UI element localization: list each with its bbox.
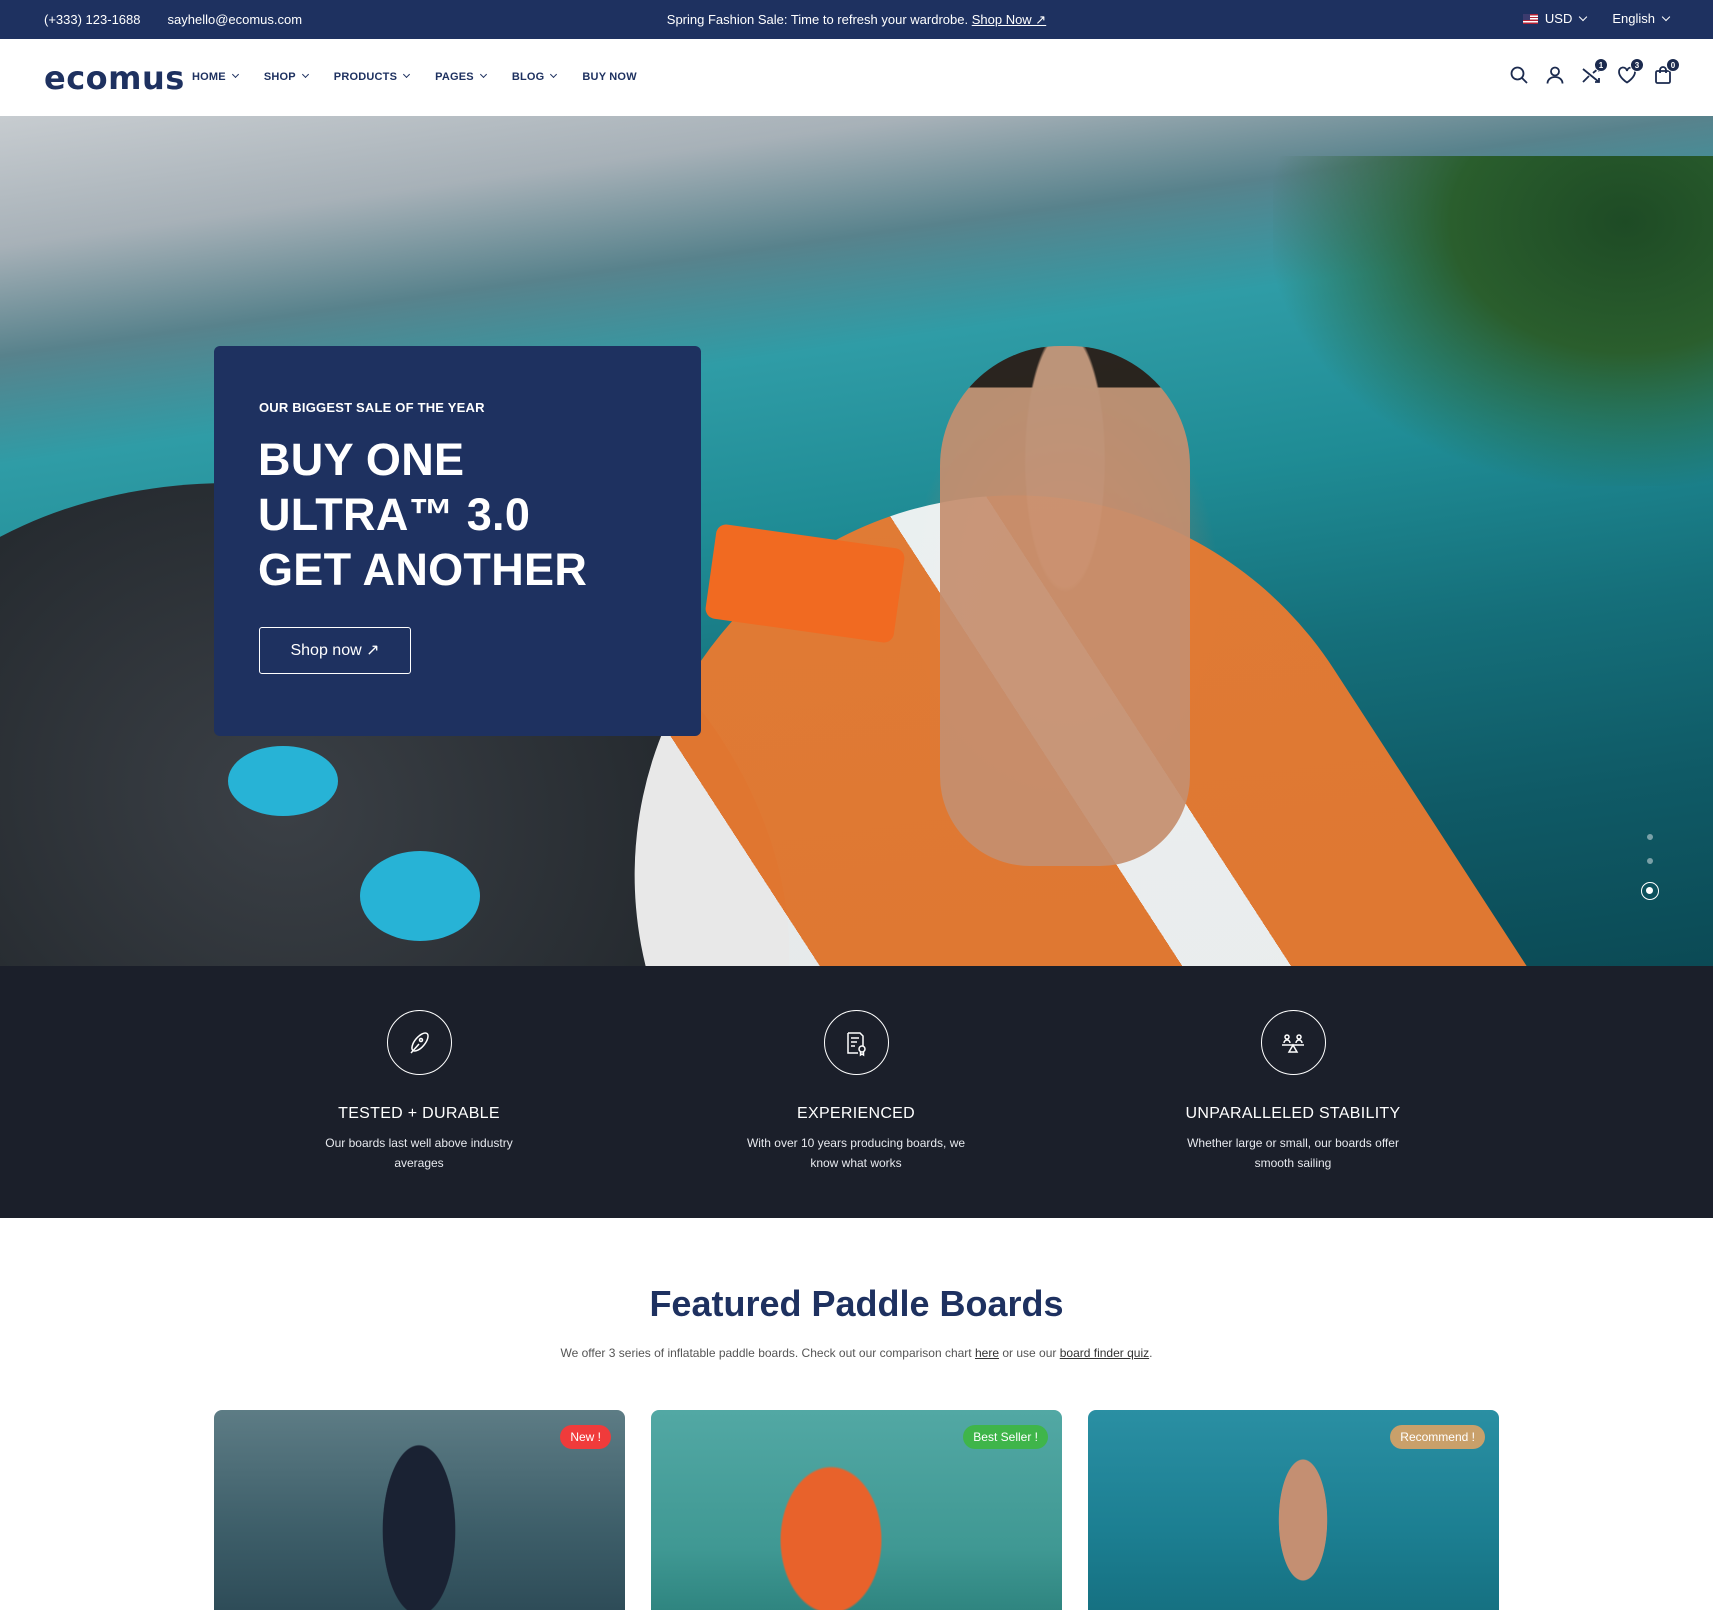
nav-label: PAGES: [435, 71, 474, 83]
chevron-down-icon: [403, 70, 411, 79]
feature-text: Our boards last well above industry aver…: [325, 1136, 513, 1170]
logo[interactable]: ecomus: [44, 59, 185, 97]
best-seller-badge: Best Seller !: [963, 1425, 1048, 1449]
feature-stability: UNPARALLELED STABILITY Whether large or …: [1143, 1010, 1443, 1173]
hero-slider: OUR BIGGEST SALE OF THE YEAR BUY ONE ULT…: [0, 116, 1713, 966]
main-nav: HOME SHOP PRODUCTS PAGES BLOG BUY NOW: [192, 70, 637, 83]
nav-label: SHOP: [263, 71, 296, 83]
nav-item-blog[interactable]: BLOG: [511, 70, 558, 83]
slide-dot-1[interactable]: [1647, 834, 1653, 840]
hero-image-board-dot: [360, 851, 480, 941]
feature-text: With over 10 years producing boards, we …: [746, 1136, 966, 1170]
subtitle-text: We offer 3 series of inflatable paddle b…: [560, 1346, 972, 1360]
paddle-board-icon: [386, 1010, 452, 1075]
nav-item-products[interactable]: PRODUCTS: [333, 70, 411, 83]
subtitle-text: or use our: [1002, 1346, 1057, 1360]
search-icon[interactable]: [1509, 65, 1529, 87]
feature-title: EXPERIENCED: [797, 1105, 915, 1122]
subtitle-text: .: [1149, 1346, 1153, 1360]
compare-count-badge: 1: [1594, 58, 1608, 72]
feature-tested-durable: TESTED + DURABLE Our boards last well ab…: [269, 1010, 569, 1173]
chevron-down-icon: [1579, 12, 1588, 22]
chevron-down-icon: [1661, 12, 1671, 22]
nav-item-home[interactable]: HOME: [192, 70, 239, 83]
feature-text: Whether large or small, our boards offer…: [1187, 1136, 1399, 1170]
chevron-down-icon: [301, 70, 309, 79]
cart-icon[interactable]: 0: [1653, 58, 1680, 87]
compare-icon[interactable]: 1: [1581, 58, 1608, 87]
balance-icon: [1260, 1010, 1326, 1075]
product-card[interactable]: New !: [214, 1410, 625, 1610]
account-icon[interactable]: [1545, 65, 1565, 87]
section-subtitle: We offer 3 series of inflatable paddle b…: [0, 1346, 1713, 1360]
chevron-down-icon: [231, 70, 239, 79]
comparison-chart-link[interactable]: here: [975, 1346, 999, 1360]
slide-dot-2[interactable]: [1647, 858, 1653, 864]
hero-image-treeline: [1273, 156, 1713, 486]
header-actions: 1 3 0: [1509, 58, 1680, 87]
hero-image-paddler: [940, 346, 1190, 866]
hero-promo-card: OUR BIGGEST SALE OF THE YEAR BUY ONE ULT…: [214, 346, 701, 736]
shop-now-button[interactable]: Shop now ↗: [259, 627, 411, 674]
site-header: ecomus HOME SHOP PRODUCTS PAGES BLOG BUY…: [0, 39, 1713, 116]
certificate-icon: [823, 1010, 889, 1075]
chevron-down-icon: [479, 70, 487, 79]
wishlist-icon[interactable]: 3: [1617, 58, 1644, 87]
nav-item-pages[interactable]: PAGES: [435, 70, 487, 83]
shop-now-link[interactable]: Shop Now ↗: [972, 12, 1046, 27]
slide-dot-3-active[interactable]: [1641, 882, 1659, 900]
features-strip: TESTED + DURABLE Our boards last well ab…: [0, 966, 1713, 1218]
us-flag-icon: [1522, 14, 1538, 24]
currency-label: USD: [1544, 11, 1573, 26]
nav-item-shop[interactable]: SHOP: [263, 70, 309, 83]
currency-selector[interactable]: USD: [1522, 11, 1588, 26]
board-finder-quiz-link[interactable]: board finder quiz: [1060, 1346, 1149, 1360]
nav-item-buy-now[interactable]: BUY NOW: [582, 71, 636, 83]
feature-title: TESTED + DURABLE: [338, 1105, 500, 1122]
feature-title: UNPARALLELED STABILITY: [1185, 1105, 1401, 1122]
hero-eyebrow: OUR BIGGEST SALE OF THE YEAR: [259, 400, 485, 415]
new-badge: New !: [560, 1425, 611, 1449]
announcement: Spring Fashion Sale: Time to refresh you…: [0, 12, 1713, 28]
language-selector[interactable]: English: [1612, 11, 1671, 26]
wishlist-count-badge: 3: [1630, 58, 1644, 72]
product-card[interactable]: Recommend !: [1088, 1410, 1499, 1610]
product-card[interactable]: Best Seller !: [651, 1410, 1062, 1610]
nav-label: BLOG: [511, 71, 545, 83]
language-label: English: [1612, 11, 1655, 26]
section-title: Featured Paddle Boards: [649, 1283, 1064, 1324]
announcement-bar: (+333) 123-1688 sayhello@ecomus.com Spri…: [0, 0, 1713, 39]
hero-headline: BUY ONE ULTRA™ 3.0 GET ANOTHER: [258, 434, 588, 595]
hero-image-board-dot: [228, 746, 338, 816]
cart-count-badge: 0: [1666, 58, 1680, 72]
feature-experienced: EXPERIENCED With over 10 years producing…: [706, 1010, 1006, 1173]
nav-label: HOME: [192, 71, 226, 83]
announcement-text: Spring Fashion Sale: Time to refresh you…: [666, 12, 969, 27]
slider-pagination: [1641, 834, 1659, 900]
chevron-down-icon: [550, 70, 558, 79]
nav-label: PRODUCTS: [333, 71, 398, 83]
recommend-badge: Recommend !: [1390, 1425, 1485, 1449]
